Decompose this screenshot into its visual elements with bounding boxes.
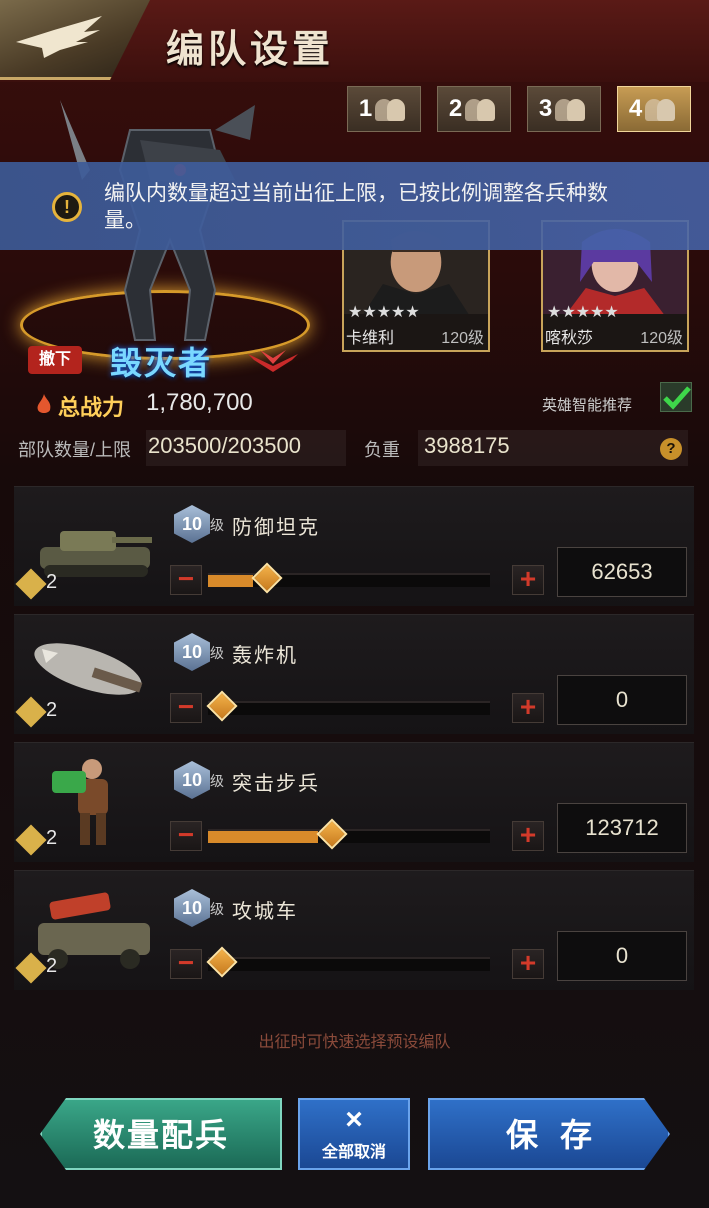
close-icon: × [345, 1103, 363, 1136]
unit-level-suffix: 级 [210, 645, 224, 661]
unit-level-icon: 10 [174, 633, 210, 671]
checkmark-icon [663, 386, 691, 410]
decrease-button[interactable]: − [170, 821, 202, 851]
auto-army-button[interactable]: 数量配兵 [40, 1098, 282, 1170]
quantity-slider[interactable] [206, 690, 490, 722]
unit-row-siege: 2 10 级 攻城车 − + 0 [14, 870, 694, 990]
unit-rank-badge: 2 [15, 568, 68, 600]
unit-badge-value: 2 [46, 955, 58, 977]
undeploy-button[interactable]: 撤下 [28, 346, 82, 374]
eagle-icon [16, 16, 102, 58]
team-icon [375, 97, 409, 121]
mech-name: 毁灭者 [110, 345, 213, 381]
hero-name: 喀秋莎 [545, 330, 594, 347]
load-value: 3988175 [424, 433, 510, 458]
slider-thumb[interactable] [206, 946, 238, 978]
unit-row-bomber: 2 10 级 轰炸机 − + 0 [14, 614, 694, 734]
slider-thumb[interactable] [206, 690, 238, 722]
hero-level: 120级 [640, 330, 683, 347]
quantity-slider[interactable] [206, 946, 490, 978]
quantity-input[interactable]: 0 [557, 675, 687, 725]
save-button[interactable]: 保存 [428, 1098, 670, 1170]
troops-label: 部队数量/上限 [18, 440, 132, 460]
team-icon [465, 97, 499, 121]
rank-icon [248, 350, 298, 372]
decrease-button[interactable]: − [170, 693, 202, 723]
team-tabs: 1 2 3 4 [347, 86, 691, 132]
power-value: 1,780,700 [146, 389, 253, 416]
page-title: 编队设置 [166, 27, 335, 71]
unit-badge-value: 2 [46, 827, 58, 849]
increase-button[interactable]: + [512, 821, 544, 851]
ai-recommend-checkbox[interactable] [660, 382, 692, 412]
hero-name: 卡维利 [346, 330, 395, 347]
troops-value: 203500/203500 [148, 433, 301, 458]
hero-stars: ★★★★★ [547, 304, 619, 321]
back-button[interactable] [0, 0, 150, 80]
tab-team-1[interactable]: 1 [347, 86, 421, 132]
unit-rank-badge: 2 [15, 696, 68, 728]
unit-level-icon: 10 [174, 761, 210, 799]
unit-name: 攻城车 [232, 901, 298, 923]
unit-list: 2 10 级 防御坦克 − + 62653 2 10 级 轰炸机 − + 0 2… [14, 486, 694, 998]
quantity-input[interactable]: 62653 [557, 547, 687, 597]
flame-icon [37, 394, 51, 413]
quantity-input[interactable]: 123712 [557, 803, 687, 853]
unit-level-suffix: 级 [210, 517, 224, 533]
formation-screen: 编队设置 1 2 3 4 撤下 毁灭者 总战力 1,780,700 ★★★★★ … [0, 0, 709, 1208]
header-bar: 编队设置 [0, 0, 709, 82]
unit-badge-value: 2 [46, 571, 58, 593]
team-icon [555, 97, 589, 121]
increase-button[interactable]: + [512, 949, 544, 979]
tab-team-label: 4 [628, 95, 643, 122]
unit-level-suffix: 级 [210, 901, 224, 917]
tab-team-label: 1 [358, 95, 373, 122]
decrease-button[interactable]: − [170, 565, 202, 595]
unit-rank-badge: 2 [15, 952, 68, 984]
unit-badge-value: 2 [46, 699, 58, 721]
quantity-input[interactable]: 0 [557, 931, 687, 981]
hero-level: 120级 [441, 330, 484, 347]
tab-team-label: 2 [448, 95, 463, 122]
preset-tip: 出征时可快速选择预设编队 [258, 1034, 451, 1051]
load-label: 负重 [364, 440, 400, 460]
unit-name: 轰炸机 [232, 645, 298, 667]
cancel-all-label: 全部取消 [321, 1144, 386, 1161]
increase-button[interactable]: + [512, 565, 544, 595]
increase-button[interactable]: + [512, 693, 544, 723]
decrease-button[interactable]: − [170, 949, 202, 979]
stats-bar: 部队数量/上限 203500/203500 负重 3988175 ? [0, 428, 709, 468]
slider-fill [208, 831, 318, 843]
notice-banner: ! 编队内数量超过当前出征上限，已按比例调整各兵种数量。 [0, 162, 709, 250]
unit-level-icon: 10 [174, 505, 210, 543]
unit-level-icon: 10 [174, 889, 210, 927]
warning-icon: ! [52, 192, 82, 222]
team-icon [645, 97, 679, 121]
slider-thumb[interactable] [251, 562, 283, 594]
tab-team-4[interactable]: 4 [617, 86, 691, 132]
tab-team-label: 3 [538, 95, 553, 122]
hero-stars: ★★★★★ [348, 304, 420, 321]
unit-row-infantry: 2 10 级 突击步兵 − + 123712 [14, 742, 694, 862]
tab-team-2[interactable]: 2 [437, 86, 511, 132]
tab-team-3[interactable]: 3 [527, 86, 601, 132]
cancel-all-button[interactable]: × 全部取消 [298, 1098, 410, 1170]
quantity-slider[interactable] [208, 818, 490, 850]
quantity-slider[interactable] [208, 562, 490, 594]
unit-row-tank: 2 10 级 防御坦克 − + 62653 [14, 486, 694, 606]
slider-thumb[interactable] [316, 818, 348, 850]
ai-recommend-label: 英雄智能推荐 [542, 397, 633, 414]
unit-level-suffix: 级 [210, 773, 224, 789]
slider-fill [208, 575, 254, 587]
help-icon[interactable]: ? [660, 438, 682, 460]
unit-name: 突击步兵 [232, 773, 320, 795]
unit-name: 防御坦克 [232, 517, 320, 539]
power-label: 总战力 [58, 395, 125, 420]
notice-text: 编队内数量超过当前出征上限，已按比例调整各兵种数量。 [104, 182, 608, 232]
unit-rank-badge: 2 [15, 824, 68, 856]
